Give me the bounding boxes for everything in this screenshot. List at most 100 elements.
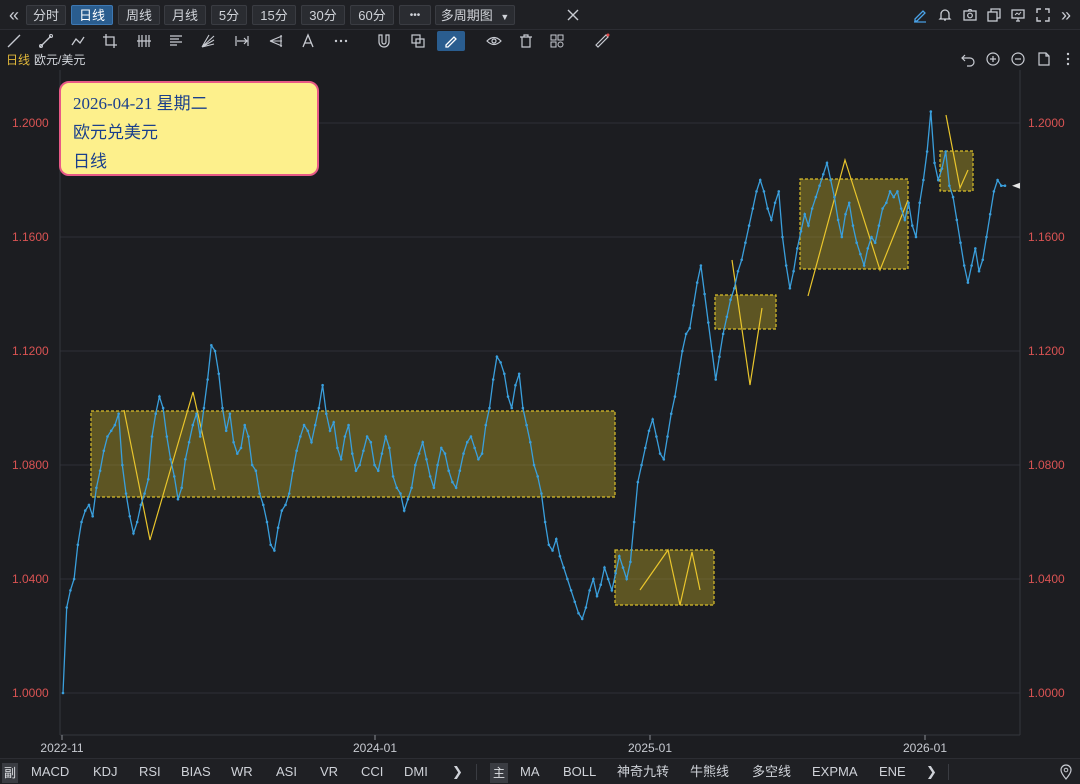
price-point: [599, 583, 603, 586]
box-2025-mid[interactable]: [799, 178, 909, 270]
price-point: [102, 449, 106, 453]
more-periods-button[interactable]: •••: [399, 5, 431, 25]
price-point: [180, 486, 183, 490]
price-point: [302, 423, 306, 427]
price-point: [391, 475, 395, 478]
price-point: [221, 406, 224, 410]
price-point: [566, 577, 569, 581]
indicator-bias[interactable]: BIAS: [181, 762, 211, 782]
price-point: [109, 429, 113, 433]
indicator-macd[interactable]: MACD: [31, 762, 69, 782]
price-point: [139, 503, 143, 507]
price-point: [584, 606, 588, 609]
period-5min-button[interactable]: 5分: [211, 5, 247, 25]
alert-bell-icon[interactable]: [935, 5, 955, 25]
price-point: [432, 486, 436, 490]
date-tooltip: 2026-04-21 星期二 欧元兑美元 日线: [59, 81, 319, 176]
indicator-vr[interactable]: VR: [320, 762, 338, 782]
price-point: [792, 269, 795, 273]
overlay-expma[interactable]: EXPMA: [812, 762, 858, 782]
overlay-ene[interactable]: ENE: [879, 762, 906, 782]
monitor-icon[interactable]: [1008, 5, 1028, 25]
zoom-in-icon[interactable]: [983, 49, 1003, 69]
collapse-left-icon[interactable]: «: [4, 5, 24, 25]
price-point: [187, 440, 191, 444]
indicator-rsi[interactable]: RSI: [139, 762, 161, 782]
price-point: [284, 503, 287, 507]
indicator-wr[interactable]: WR: [231, 762, 253, 782]
chart-symbol-label: 欧元/美元: [34, 53, 86, 67]
period-60min-button[interactable]: 60分: [350, 5, 394, 25]
price-point: [636, 480, 640, 484]
close-icon[interactable]: [563, 5, 583, 25]
price-point: [399, 492, 402, 495]
price-point: [692, 304, 695, 307]
price-point: [128, 515, 132, 518]
price-point: [447, 469, 451, 473]
indicator-dmi[interactable]: DMI: [404, 762, 428, 782]
chart-period-label: 日线: [6, 53, 31, 67]
price-point: [669, 412, 673, 416]
price-point: [172, 475, 176, 478]
edit-pen-icon[interactable]: [910, 5, 930, 25]
price-point: [325, 412, 328, 416]
chevron-right-icon[interactable]: ❯: [926, 762, 937, 782]
period-weekly-button[interactable]: 周线: [118, 5, 160, 25]
box-2025-04[interactable]: [714, 294, 777, 330]
multi-period-dropdown[interactable]: 多周期图 ▼: [435, 5, 515, 25]
price-point: [974, 247, 977, 250]
screenshot-icon[interactable]: [960, 5, 980, 25]
overlay-ma[interactable]: MA: [520, 762, 540, 782]
price-point: [406, 497, 410, 501]
document-icon[interactable]: [1034, 49, 1054, 69]
indicator-kdj[interactable]: KDJ: [93, 762, 118, 782]
price-point: [877, 224, 881, 227]
price-point: [469, 435, 473, 438]
price-point: [617, 554, 621, 558]
price-point: [699, 264, 703, 267]
price-point: [725, 315, 729, 319]
price-point: [347, 423, 350, 427]
location-pin-icon[interactable]: [1056, 762, 1076, 782]
fullscreen-icon[interactable]: [1033, 5, 1053, 25]
price-point: [577, 611, 580, 615]
price-point: [228, 412, 232, 416]
indicator-cci[interactable]: CCI: [361, 762, 383, 782]
price-point: [933, 161, 936, 165]
price-point: [903, 218, 907, 222]
box-2025-01[interactable]: [614, 549, 715, 606]
price-point: [985, 235, 988, 239]
price-point: [484, 423, 488, 427]
price-point: [940, 167, 944, 170]
more-vertical-icon[interactable]: [1058, 49, 1078, 69]
price-point: [929, 110, 933, 113]
zoom-out-icon[interactable]: [1008, 49, 1028, 69]
period-intraday-button[interactable]: 分时: [26, 5, 66, 25]
y-tick-label: 1.0400: [1028, 572, 1065, 586]
period-15min-button[interactable]: 15分: [252, 5, 296, 25]
price-point: [936, 178, 940, 182]
price-point: [350, 452, 354, 455]
chevron-double-right-icon[interactable]: »: [1056, 5, 1076, 25]
chevron-right-icon[interactable]: ❯: [452, 762, 463, 782]
overlay-boll[interactable]: BOLL: [563, 762, 596, 782]
price-point: [558, 554, 562, 558]
period-monthly-button[interactable]: 月线: [164, 5, 206, 25]
y-tick-label: 1.0000: [12, 686, 49, 700]
period-30min-button[interactable]: 30分: [301, 5, 345, 25]
duplicate-window-icon[interactable]: [984, 5, 1004, 25]
indicator-asi[interactable]: ASI: [276, 762, 297, 782]
period-daily-button[interactable]: 日线: [71, 5, 113, 25]
price-point: [996, 178, 999, 182]
overlay-bull-bear-line[interactable]: 牛熊线: [690, 762, 729, 782]
tooltip-period: 日线: [73, 152, 107, 171]
price-point: [751, 207, 755, 210]
price-point: [321, 383, 324, 387]
price-point: [625, 577, 629, 581]
overlay-long-short-line[interactable]: 多空线: [752, 762, 791, 782]
price-point: [925, 150, 929, 153]
price-point: [239, 446, 243, 450]
price-point: [688, 326, 692, 330]
overlay-td9[interactable]: 神奇九转: [617, 762, 669, 782]
undo-icon[interactable]: [958, 49, 978, 69]
